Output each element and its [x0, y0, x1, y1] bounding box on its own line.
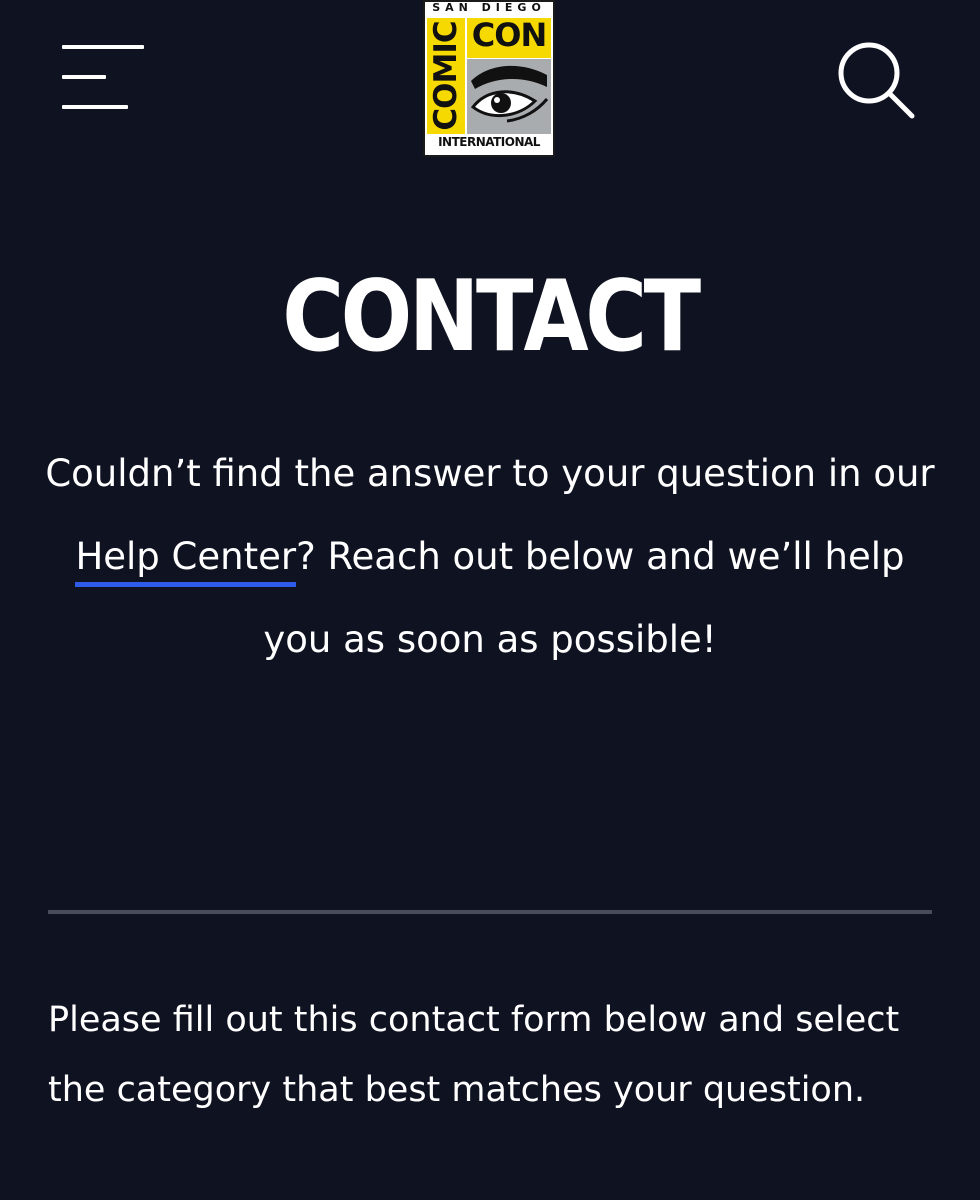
logo-top-text: SAN DIEGO: [432, 1, 546, 14]
site-header: SAN DIEGO COMIC CON INTERNATIONAL: [0, 0, 980, 160]
menu-icon-bar-middle: [62, 75, 106, 79]
intro-text-end: ? Reach out below and we’ll help you as …: [263, 535, 905, 661]
menu-icon-bar-top: [62, 45, 144, 49]
search-button[interactable]: [832, 36, 918, 122]
intro-text-start: Couldn’t find the answer to your questio…: [45, 452, 935, 495]
form-intro-text: Please fill out this contact form below …: [48, 1000, 900, 1110]
page-title: CONTACT: [282, 260, 701, 374]
comic-con-logo[interactable]: SAN DIEGO COMIC CON INTERNATIONAL: [423, 0, 555, 157]
help-center-link[interactable]: Help Center: [75, 535, 297, 587]
eye-icon: [470, 65, 549, 123]
menu-button[interactable]: [58, 40, 146, 114]
logo-eye-panel: [467, 59, 551, 134]
section-divider: [48, 910, 932, 914]
logo-comic-text: COMIC: [428, 21, 464, 131]
search-icon: [838, 42, 915, 119]
logo-bottom-text: INTERNATIONAL: [438, 135, 540, 149]
menu-icon-bar-bottom: [62, 105, 128, 109]
intro-text: Couldn’t find the answer to your questio…: [40, 432, 940, 681]
logo-con-text: CON: [471, 16, 547, 54]
